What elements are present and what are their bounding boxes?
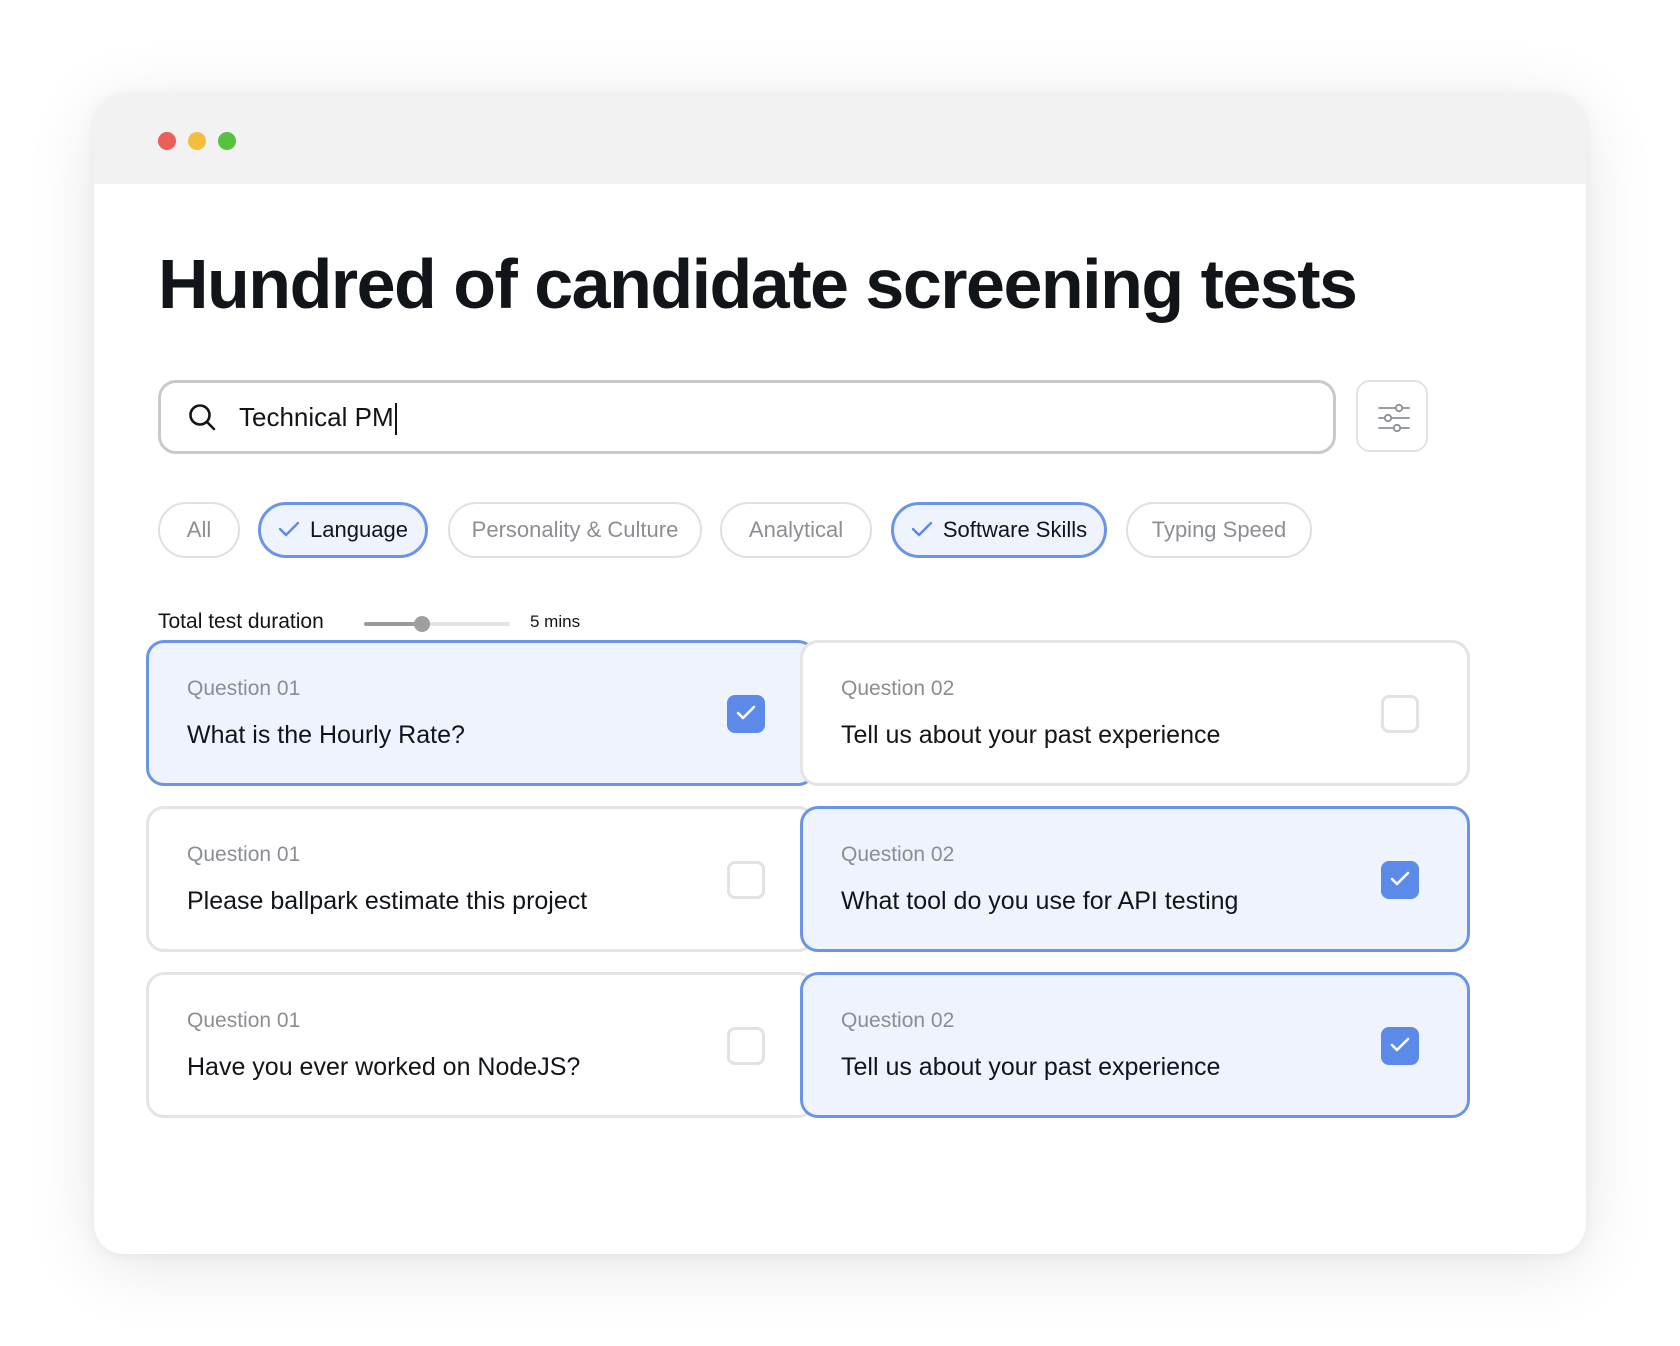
filter-chip-personality-culture[interactable]: Personality & Culture [448,502,702,558]
duration-slider-handle[interactable] [414,616,431,632]
question-text: Tell us about your past experience [841,1053,1221,1081]
search-input[interactable]: Technical PM [239,393,1239,441]
search-input-value: Technical PM [239,402,394,432]
question-card[interactable]: Question 02 Tell us about your past expe… [800,972,1470,1118]
checkmark-icon [1390,871,1410,886]
text-caret [394,403,397,436]
question-number: Question 02 [841,843,955,866]
filter-chip-analytical[interactable]: Analytical [720,502,872,558]
checkmark-icon [736,705,756,720]
search-bar[interactable]: Technical PM [158,380,1336,454]
page-title: Hundred of candidate screening tests [158,245,1358,323]
question-checkbox[interactable] [727,695,765,733]
checkmark-icon [1390,1037,1410,1052]
close-window-dot[interactable] [158,132,176,150]
question-number: Question 01 [187,677,301,700]
question-number: Question 02 [841,1009,955,1032]
filter-chip-label: Software Skills [942,517,1088,542]
question-checkbox[interactable] [1381,861,1419,899]
question-checkbox[interactable] [1381,1027,1419,1065]
filter-chip-language[interactable]: Language [258,502,428,558]
check-icon [911,517,933,543]
filter-chip-all[interactable]: All [158,502,240,558]
question-number: Question 01 [187,843,301,866]
question-text: What is the Hourly Rate? [187,721,465,749]
minimize-window-dot[interactable] [188,132,206,150]
question-card[interactable]: Question 01 Have you ever worked on Node… [146,972,816,1118]
browser-window: Hundred of candidate screening tests Tec… [94,94,1586,1254]
question-card[interactable]: Question 02 What tool do you use for API… [800,806,1470,952]
filter-chip-label: Analytical [748,517,844,542]
filter-chip-label: Personality & Culture [471,517,679,542]
sliders-icon [1378,403,1410,433]
filter-chip-label: Language [310,517,408,542]
duration-slider-track[interactable] [364,622,510,626]
question-text: What tool do you use for API testing [841,887,1239,915]
question-text: Please ballpark estimate this project [187,887,588,915]
duration-value: 5 mins [530,612,581,631]
question-card[interactable]: Question 01 Please ballpark estimate thi… [146,806,816,952]
question-text: Have you ever worked on NodeJS? [187,1053,581,1081]
duration-label: Total test duration [158,610,324,633]
maximize-window-dot[interactable] [218,132,236,150]
question-card[interactable]: Question 02 Tell us about your past expe… [800,640,1470,786]
filter-chip-typing-speed[interactable]: Typing Speed [1126,502,1312,558]
question-number: Question 01 [187,1009,301,1032]
filter-chip-label: Typing Speed [1151,517,1287,542]
question-text: Tell us about your past experience [841,721,1221,749]
search-icon [187,402,217,432]
question-checkbox[interactable] [727,1027,765,1065]
window-titlebar [94,94,1586,184]
question-checkbox[interactable] [1381,695,1419,733]
question-checkbox[interactable] [727,861,765,899]
question-number: Question 02 [841,677,955,700]
filter-chip-label: All [186,517,212,542]
filter-chip-software-skills[interactable]: Software Skills [891,502,1107,558]
question-card[interactable]: Question 01 What is the Hourly Rate? [146,640,816,786]
filter-settings-button[interactable] [1356,380,1428,452]
check-icon [278,517,300,543]
